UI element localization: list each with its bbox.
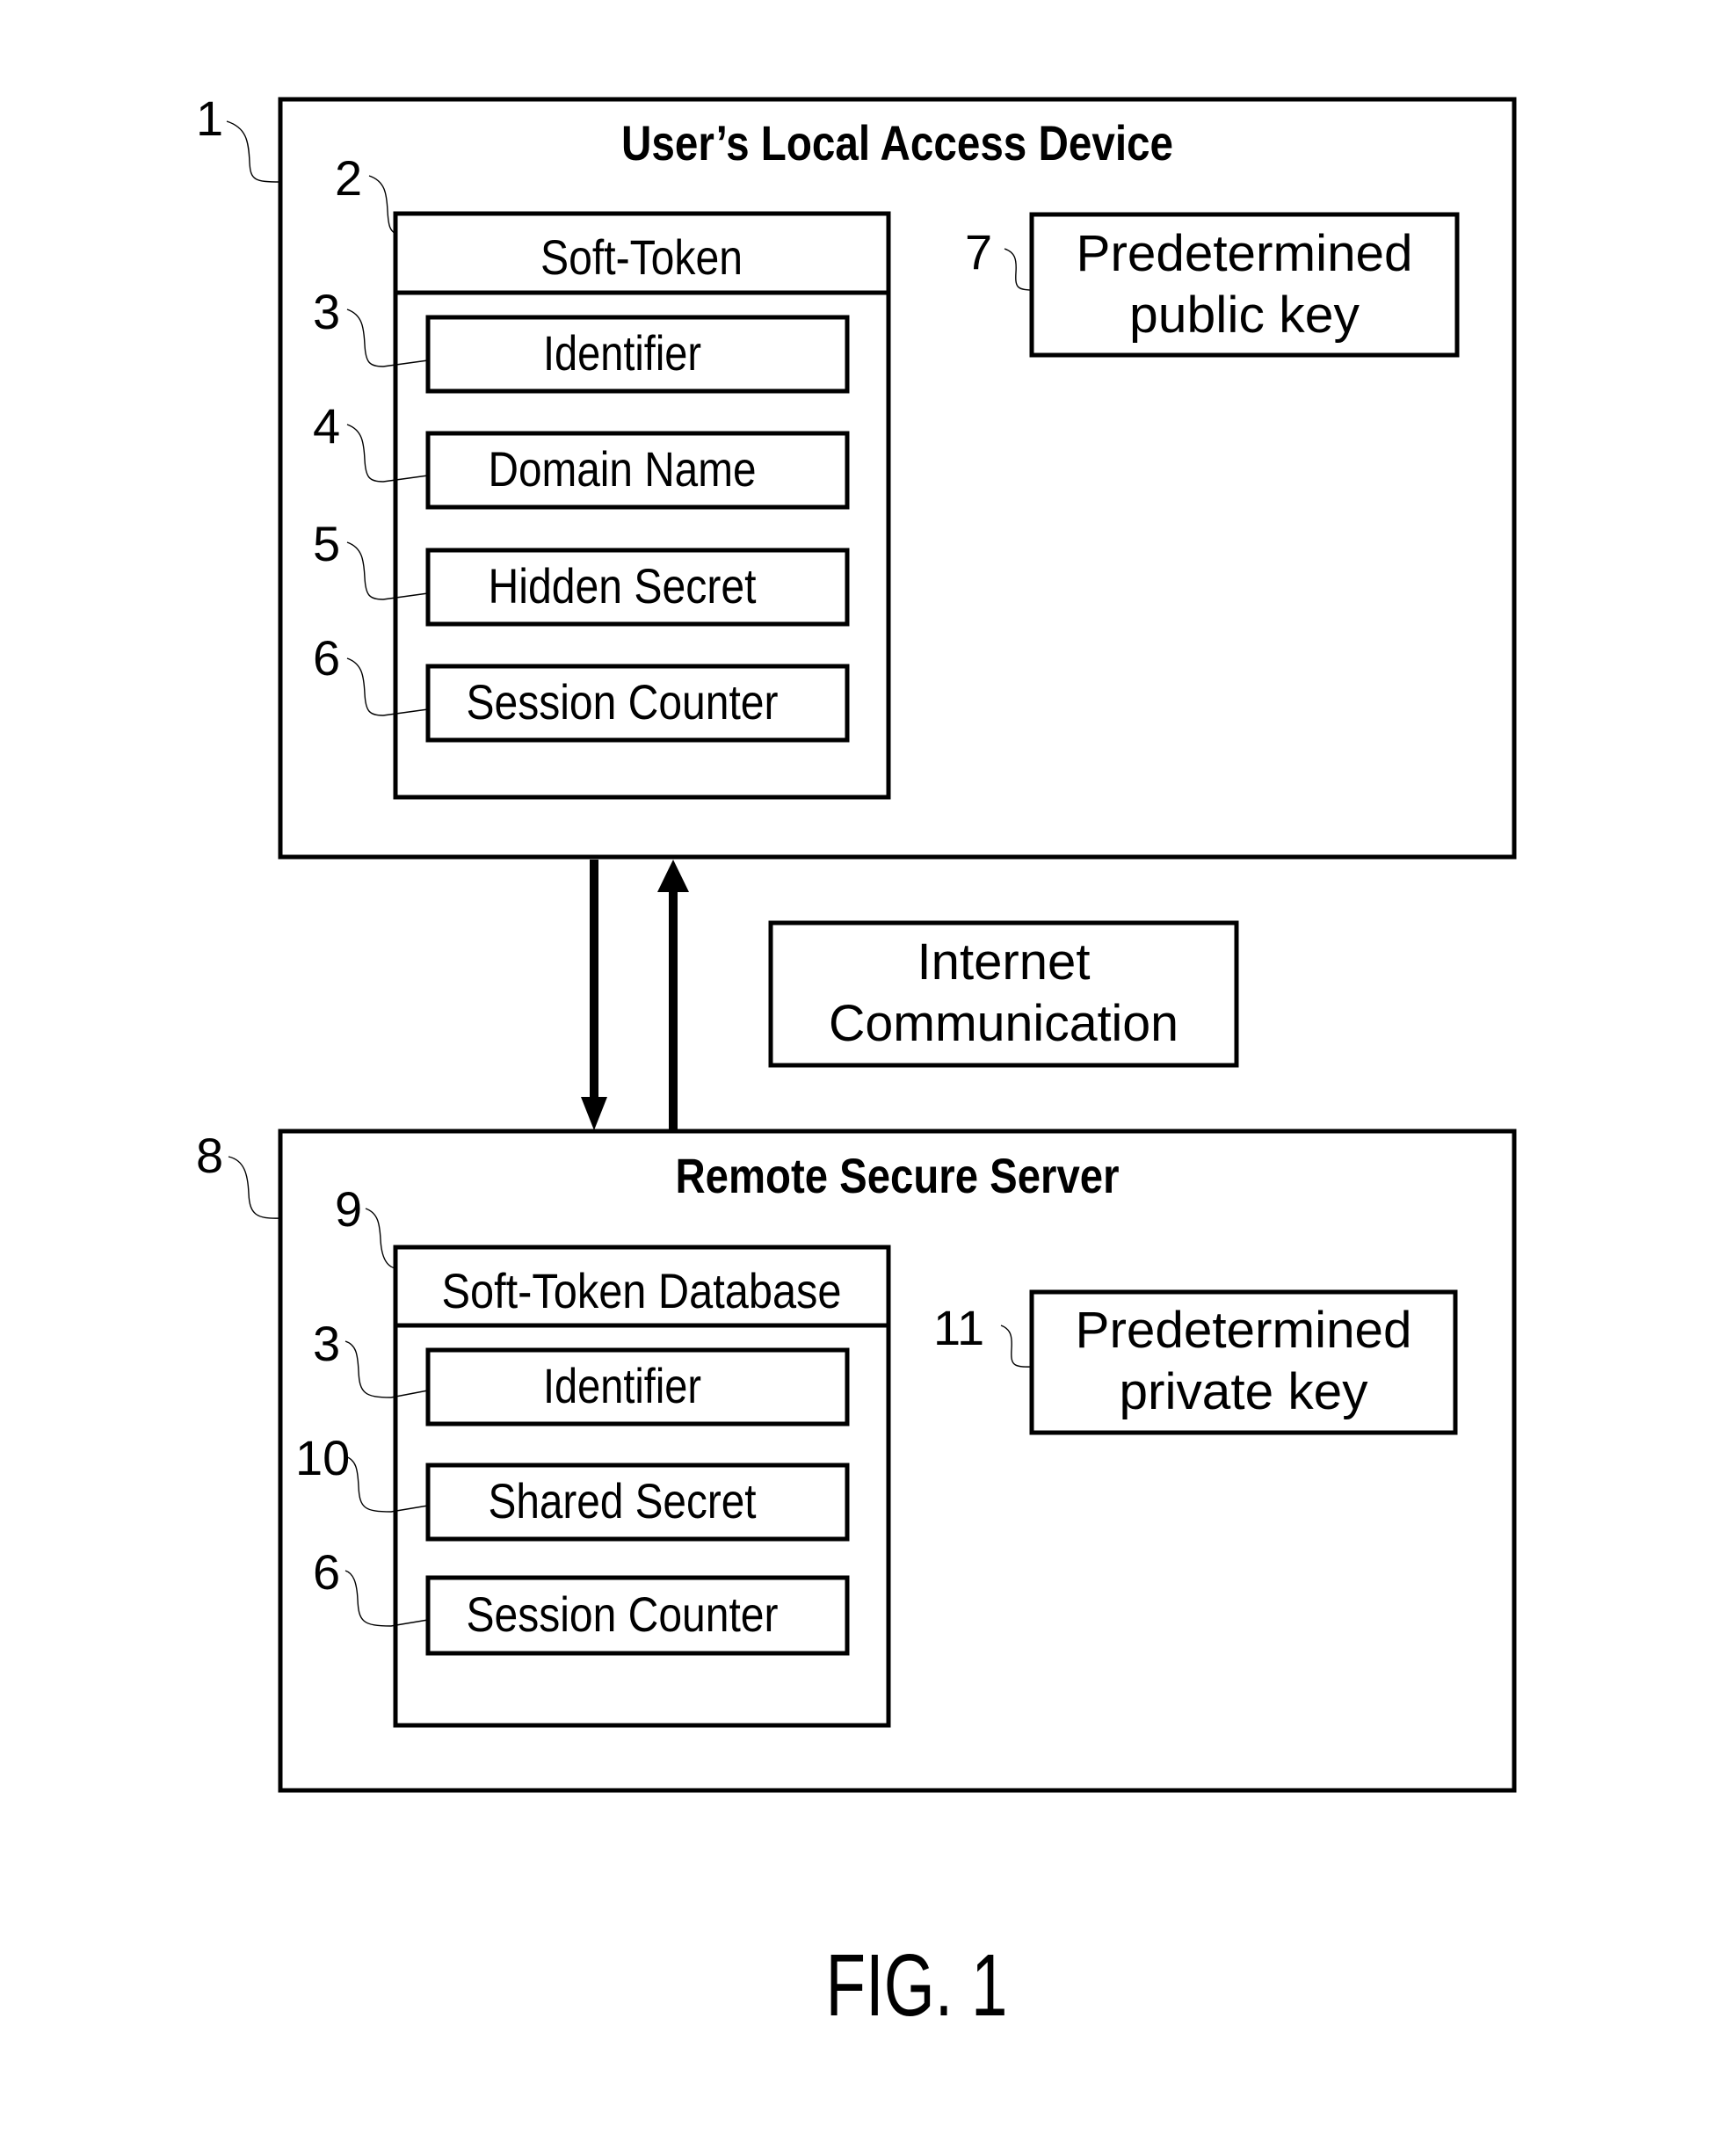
- ref-label-11: 11: [933, 1300, 984, 1355]
- public-key-line1: Predetermined: [1077, 225, 1413, 282]
- internet-communication-line2: Communication: [829, 995, 1178, 1052]
- ref-label-3: 3: [313, 284, 340, 339]
- ref-label-8: 8: [196, 1128, 223, 1183]
- figure-label: FIG. 1: [826, 1936, 1008, 2035]
- ref-label-6-db: 6: [313, 1544, 340, 1600]
- ref-label-9: 9: [335, 1181, 362, 1237]
- private-key-line1: Predetermined: [1076, 1302, 1412, 1359]
- field-label: Session Counter: [467, 674, 779, 730]
- remote-secure-server-title: Remote Secure Server: [676, 1148, 1120, 1203]
- ref-label-3-db: 3: [313, 1316, 340, 1371]
- ref-label-7: 7: [965, 224, 992, 279]
- ref-label-5: 5: [313, 516, 340, 571]
- internet-communication-line1: Internet: [917, 933, 1091, 991]
- patent-figure: User’s Local Access Device 1 Soft-Token …: [196, 91, 1517, 2035]
- ref-label-10: 10: [295, 1430, 350, 1485]
- remote-secure-server: Remote Secure Server 8 9 Soft-Token Data…: [196, 1128, 1517, 1793]
- lead-line-1: [226, 120, 281, 183]
- ref-label-2: 2: [335, 150, 362, 206]
- soft-token-header: Soft-Token: [540, 229, 743, 285]
- field-label: Domain Name: [489, 441, 757, 497]
- field-label: Session Counter: [467, 1586, 779, 1642]
- internet-communication: Internet Communication: [768, 920, 1239, 1068]
- field-label: Identifier: [543, 1358, 701, 1413]
- arrow-up-head-icon: [657, 860, 689, 892]
- ref-label-1: 1: [196, 91, 223, 146]
- ref-label-6: 6: [313, 630, 340, 686]
- public-key-line2: public key: [1129, 287, 1360, 344]
- ref-label-4: 4: [313, 398, 340, 454]
- local-access-device: User’s Local Access Device 1 Soft-Token …: [196, 91, 1517, 860]
- private-key-line2: private key: [1120, 1363, 1368, 1420]
- field-label: Shared Secret: [489, 1473, 757, 1528]
- lead-line-8: [228, 1156, 281, 1219]
- public-key: Predetermined public key 7: [965, 212, 1460, 358]
- communication-arrows: [581, 860, 689, 1130]
- field-label: Hidden Secret: [489, 558, 757, 613]
- soft-token-database-header-label: Soft-Token Database: [442, 1263, 842, 1318]
- local-access-device-title: User’s Local Access Device: [621, 115, 1173, 171]
- soft-token: Soft-Token 2 Identifier 3 Domain Name 4 …: [313, 150, 891, 800]
- field-label: Identifier: [543, 325, 701, 381]
- arrow-down-head-icon: [581, 1097, 607, 1130]
